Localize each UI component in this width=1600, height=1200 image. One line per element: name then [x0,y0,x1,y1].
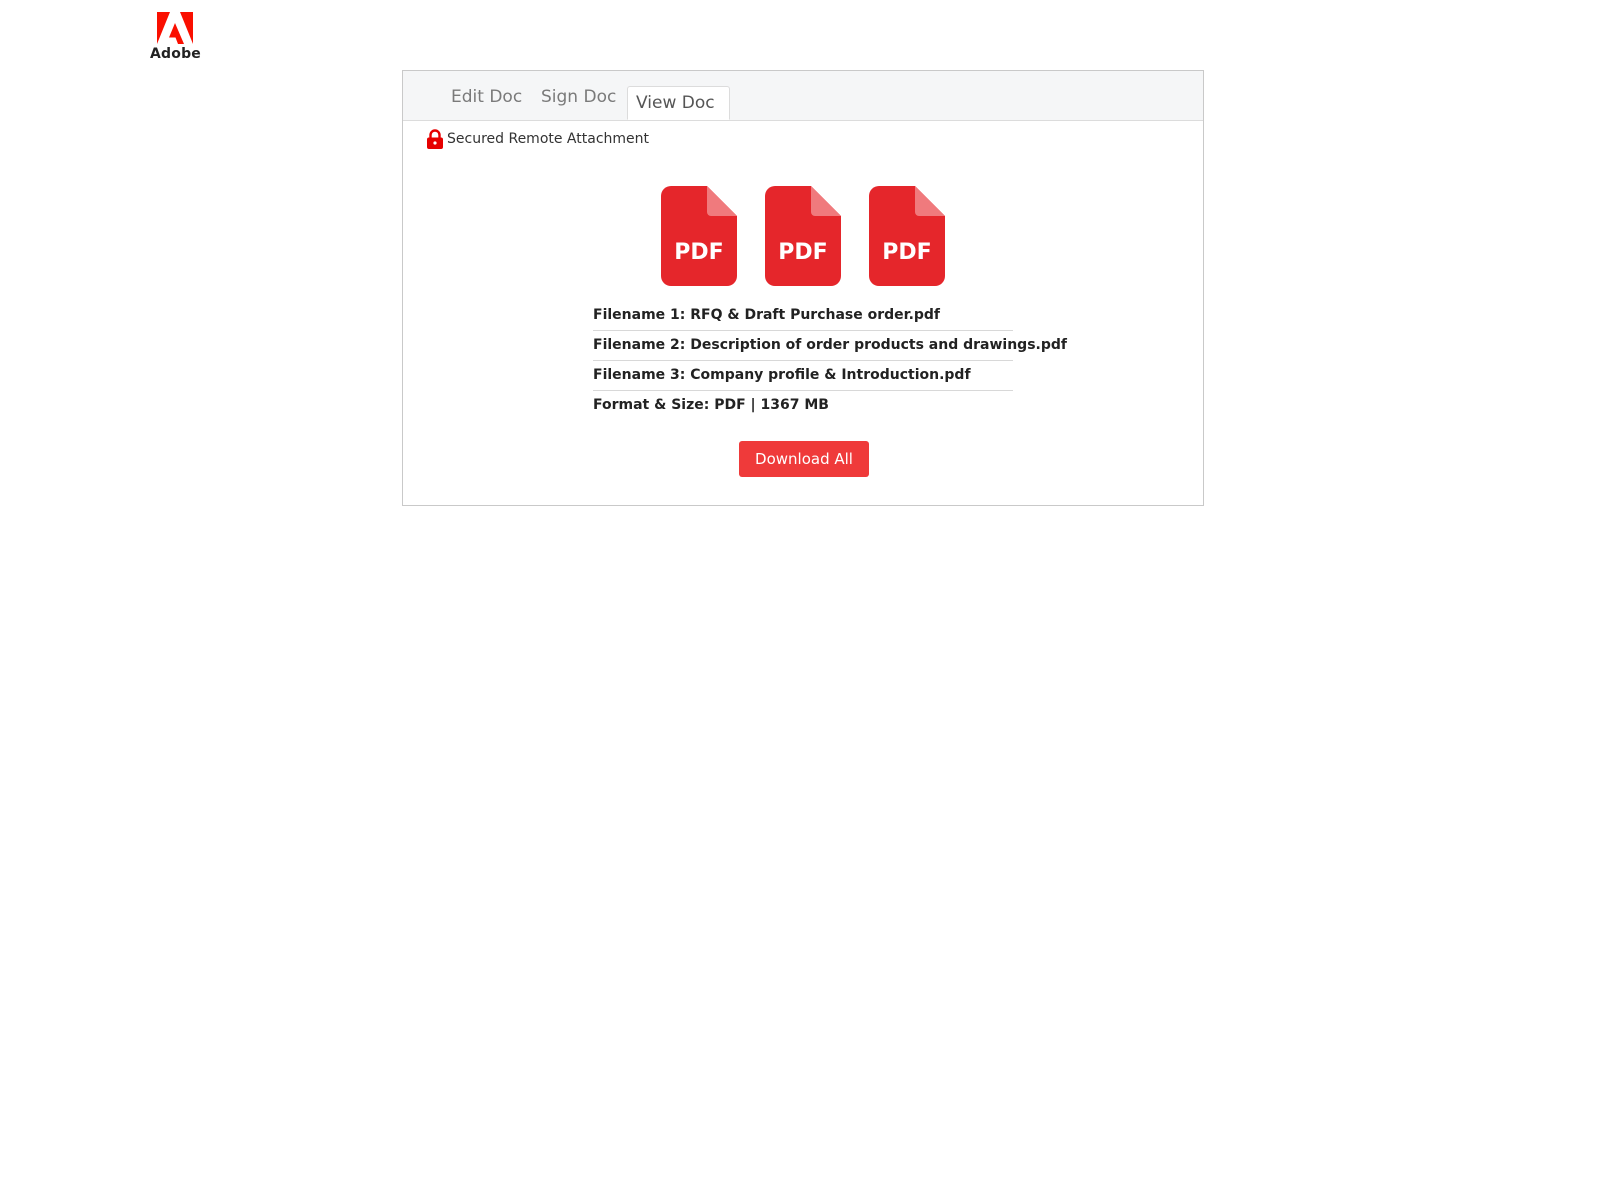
file-name-1: Filename 1: RFQ & Draft Purchase order.p… [593,301,1013,331]
brand-name: Adobe [150,46,201,62]
pdf-icon-label: PDF [778,240,827,265]
secured-attachment-notice: Secured Remote Attachment [427,129,649,149]
pdf-icon-label: PDF [882,240,931,265]
download-all-button[interactable]: Download All [739,441,869,477]
format-size: Format & Size: PDF | 1367 MB [593,397,829,413]
adobe-logo-icon [157,12,193,44]
secured-label: Secured Remote Attachment [447,131,650,147]
file-list: Filename 1: RFQ & Draft Purchase order.p… [593,301,1067,420]
pdf-file-icon[interactable]: PDF [765,186,841,286]
pdf-file-icon[interactable]: PDF [661,186,737,286]
pdf-file-icon[interactable]: PDF [869,186,945,286]
file-name-3: Filename 3: Company profile & Introducti… [593,361,1013,391]
tab-bar: Edit Doc Sign Doc View Doc [403,71,1203,121]
tab-edit-doc[interactable]: Edit Doc [451,87,522,107]
tab-view-doc[interactable]: View Doc [627,86,730,120]
pdf-icon-label: PDF [674,240,723,265]
file-name-2: Filename 2: Description of order product… [593,331,1067,361]
adobe-logo: Adobe [150,12,201,62]
tab-sign-doc[interactable]: Sign Doc [541,87,616,107]
lock-icon [427,129,443,149]
document-panel: Edit Doc Sign Doc View Doc Secured Remot… [402,70,1204,506]
pdf-icon-row: PDF PDF PDF [403,186,1203,286]
